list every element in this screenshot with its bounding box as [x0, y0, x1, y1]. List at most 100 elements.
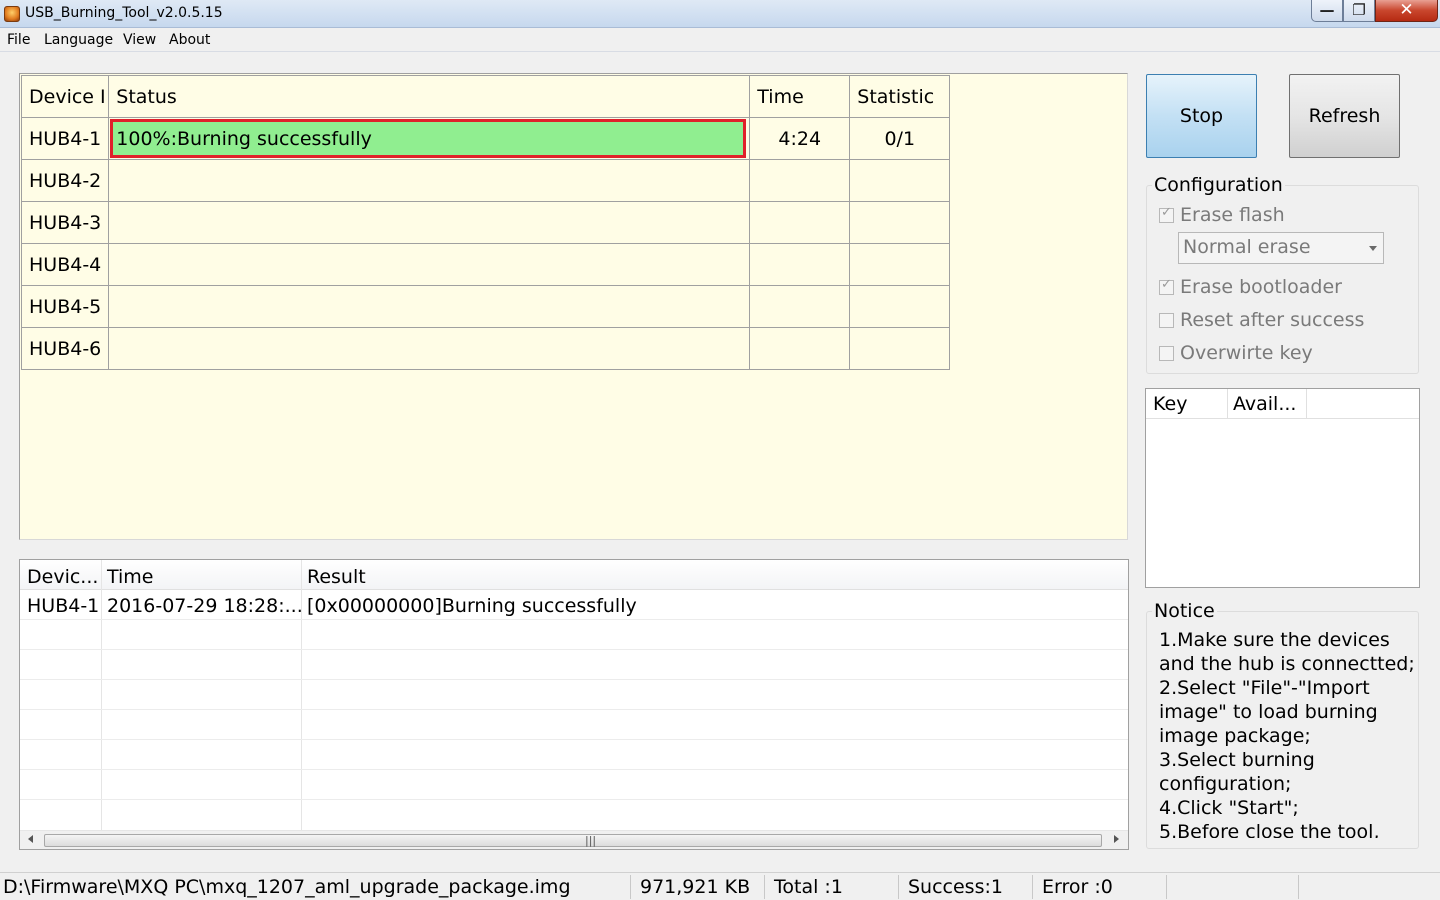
erase-mode-value: Normal erase — [1183, 236, 1311, 258]
device-row[interactable]: HUB4-4 — [20, 243, 951, 286]
checkbox-icon — [1159, 345, 1174, 361]
scrollbar-thumb[interactable]: ||| — [44, 834, 1102, 847]
scroll-left-icon[interactable] — [28, 835, 33, 843]
device-id: HUB4-6 — [20, 327, 110, 370]
refresh-button[interactable]: Refresh — [1289, 74, 1400, 158]
column-divider — [101, 560, 102, 832]
notice-line: 3.Select burning — [1159, 749, 1315, 771]
close-button[interactable]: ✕ — [1375, 0, 1438, 22]
device-time — [749, 327, 851, 370]
row-divider — [20, 619, 1128, 620]
device-grid-panel: Device I Status Time Statistic HUB4-1 10… — [19, 73, 1128, 540]
col-log-time[interactable]: Time — [107, 566, 154, 588]
checkbox-icon — [1159, 312, 1174, 328]
device-statistic — [849, 243, 951, 286]
device-status: 100%:Burning successfully — [108, 117, 751, 160]
device-status — [108, 285, 751, 328]
status-success: Success:1 — [908, 876, 1003, 898]
device-id: HUB4-3 — [20, 201, 110, 244]
row-divider — [20, 679, 1128, 680]
minimize-button[interactable]: — — [1311, 0, 1343, 22]
row-divider — [20, 739, 1128, 740]
device-statistic — [849, 159, 951, 202]
col-time[interactable]: Time — [749, 75, 851, 118]
status-text: 100%:Burning successfully — [116, 127, 372, 150]
checkbox-icon: ✓ — [1159, 277, 1174, 295]
col-device[interactable]: Device I — [20, 75, 110, 118]
col-key[interactable]: Key — [1153, 393, 1187, 415]
device-row[interactable]: HUB4-6 — [20, 327, 951, 370]
col-statistic[interactable]: Statistic — [849, 75, 951, 118]
device-status — [108, 201, 751, 244]
device-statistic: 0/1 — [849, 117, 951, 160]
col-log-result[interactable]: Result — [307, 566, 366, 588]
menu-language[interactable]: Language — [44, 32, 113, 48]
title-bar: USB_Burning_Tool_v2.0.5.15 — ❐ ✕ — [0, 0, 1440, 28]
overwrite-key-checkbox[interactable]: Overwirte key — [1159, 342, 1313, 364]
status-image-size: 971,921 KB — [640, 876, 751, 898]
device-row[interactable]: HUB4-2 — [20, 159, 951, 202]
device-table: Device I Status Time Statistic HUB4-1 10… — [20, 75, 951, 370]
key-list[interactable]: Key Avail... — [1145, 388, 1420, 588]
stop-button[interactable]: Stop — [1146, 74, 1257, 158]
row-divider — [20, 709, 1128, 710]
device-status — [108, 243, 751, 286]
device-row[interactable]: HUB4-5 — [20, 285, 951, 328]
status-divider — [764, 875, 765, 899]
erase-mode-select[interactable]: Normal erase — [1178, 232, 1384, 264]
chevron-down-icon — [1369, 246, 1377, 251]
log-device: HUB4-1 — [27, 595, 100, 617]
erase-bootloader-label: Erase bootloader — [1180, 276, 1342, 298]
grip-icon: ||| — [585, 834, 597, 847]
col-status[interactable]: Status — [108, 75, 751, 118]
horizontal-scrollbar[interactable]: ||| — [20, 830, 1128, 849]
device-row[interactable]: HUB4-3 — [20, 201, 951, 244]
device-time — [749, 159, 851, 202]
column-divider — [1227, 389, 1228, 419]
close-icon: ✕ — [1399, 0, 1414, 20]
col-available[interactable]: Avail... — [1233, 393, 1296, 415]
maximize-button[interactable]: ❐ — [1343, 0, 1375, 22]
notice-line: image package; — [1159, 725, 1311, 747]
device-statistic — [849, 201, 951, 244]
log-result: [0x00000000]Burning successfully — [307, 595, 637, 617]
notice-line: 2.Select "File"-"Import — [1159, 677, 1370, 699]
window-title: USB_Burning_Tool_v2.0.5.15 — [25, 5, 223, 21]
notice-title: Notice — [1152, 600, 1217, 622]
log-time: 2016-07-29 18:28:... — [107, 595, 303, 617]
notice-line: 5.Before close the tool, — [1159, 821, 1380, 838]
status-divider — [1032, 875, 1033, 899]
device-id: HUB4-5 — [20, 285, 110, 328]
notice-line: 1.Make sure the devices — [1159, 629, 1390, 651]
log-list[interactable]: Devic... Time Result HUB4-1 2016-07-29 1… — [19, 559, 1129, 850]
device-time — [749, 285, 851, 328]
col-log-device[interactable]: Devic... — [27, 566, 98, 588]
reset-after-success-checkbox[interactable]: Reset after success — [1159, 309, 1364, 331]
menu-about[interactable]: About — [169, 32, 210, 48]
status-error: Error :0 — [1042, 876, 1113, 898]
reset-after-success-label: Reset after success — [1180, 309, 1365, 331]
configuration-title: Configuration — [1152, 174, 1285, 196]
notice-line: image" to load burning — [1159, 701, 1378, 723]
device-status — [108, 327, 751, 370]
key-list-header: Key Avail... — [1146, 389, 1419, 419]
status-divider — [1166, 875, 1167, 899]
maximize-icon: ❐ — [1352, 1, 1366, 19]
status-divider — [898, 875, 899, 899]
menu-file[interactable]: File — [7, 32, 30, 48]
notice-line: 4.Click "Start"; — [1159, 797, 1299, 819]
menu-view[interactable]: View — [123, 32, 156, 48]
device-row[interactable]: HUB4-1 100%:Burning successfully 4:24 0/… — [20, 117, 951, 160]
notice-text: 1.Make sure the devices and the hub is c… — [1159, 628, 1417, 838]
status-image-path: D:\Firmware\MXQ PC\mxq_1207_aml_upgrade_… — [3, 876, 571, 898]
scroll-right-icon[interactable] — [1114, 835, 1119, 843]
row-divider — [20, 769, 1128, 770]
device-status — [108, 159, 751, 202]
status-divider — [1298, 875, 1299, 899]
status-bar: D:\Firmware\MXQ PC\mxq_1207_aml_upgrade_… — [0, 872, 1440, 900]
notice-line: and the hub is connectted; — [1159, 653, 1415, 675]
erase-bootloader-checkbox[interactable]: ✓ Erase bootloader — [1159, 276, 1342, 298]
row-divider — [20, 649, 1128, 650]
erase-flash-checkbox[interactable]: ✓ Erase flash — [1159, 204, 1285, 226]
device-statistic — [849, 285, 951, 328]
